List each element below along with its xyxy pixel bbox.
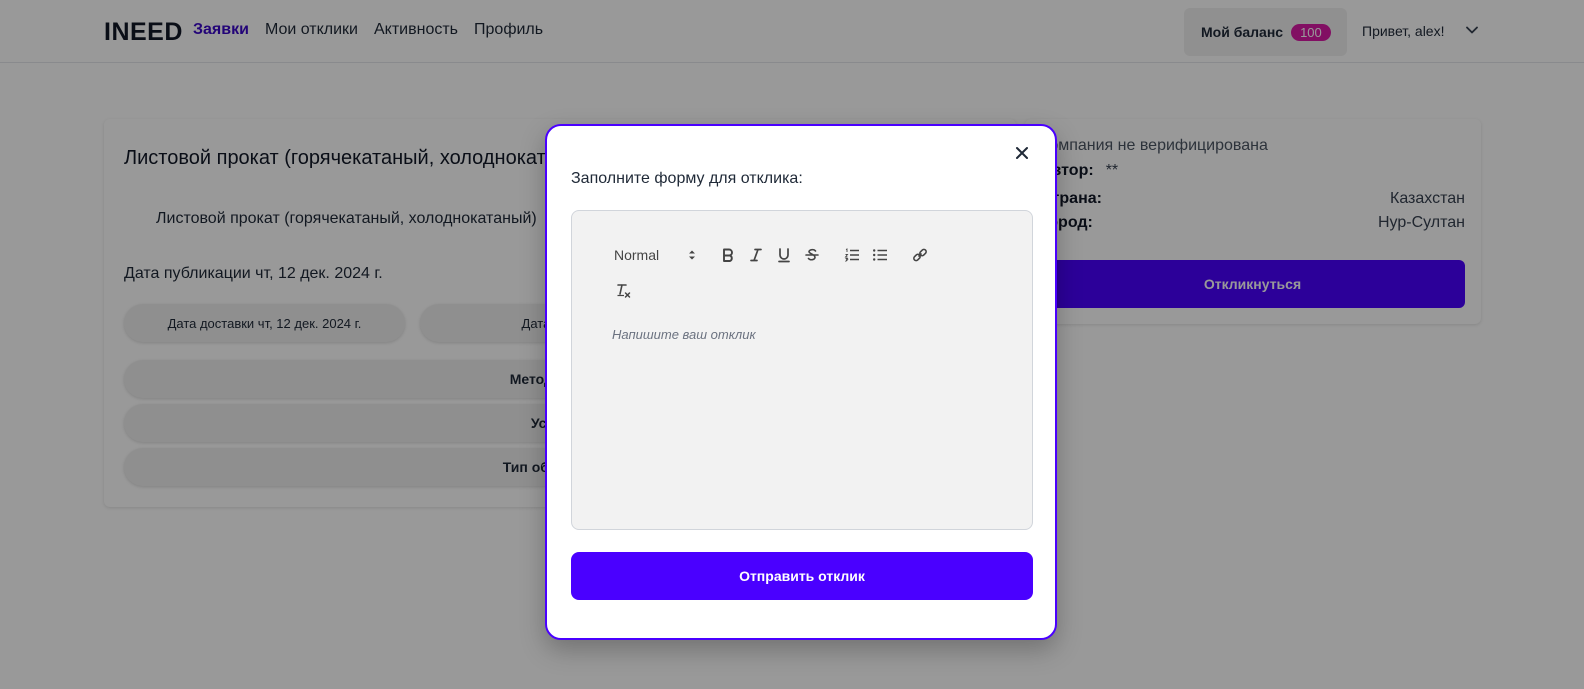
clear-format-icon[interactable]	[610, 279, 638, 303]
select-arrows-icon	[689, 250, 695, 260]
ordered-list-icon[interactable]	[838, 243, 866, 267]
link-icon[interactable]	[906, 243, 934, 267]
underline-icon[interactable]	[770, 243, 798, 267]
italic-icon[interactable]	[742, 243, 770, 267]
rich-text-editor[interactable]: Normal Напишите ваш отклик	[571, 210, 1033, 530]
editor-toolbar-row2	[610, 277, 638, 305]
strike-icon[interactable]	[798, 243, 826, 267]
format-select-value: Normal	[614, 247, 660, 263]
format-select[interactable]: Normal	[610, 247, 702, 263]
bullet-list-icon[interactable]	[866, 243, 894, 267]
editor-placeholder: Напишите ваш отклик	[612, 327, 756, 342]
editor-toolbar: Normal	[610, 241, 934, 269]
bold-icon[interactable]	[714, 243, 742, 267]
modal-heading: Заполните форму для отклика:	[571, 170, 803, 187]
response-modal: Заполните форму для отклика: Normal Напи…	[545, 124, 1057, 640]
close-icon[interactable]	[1011, 142, 1033, 164]
submit-response-button[interactable]: Отправить отклик	[571, 552, 1033, 600]
